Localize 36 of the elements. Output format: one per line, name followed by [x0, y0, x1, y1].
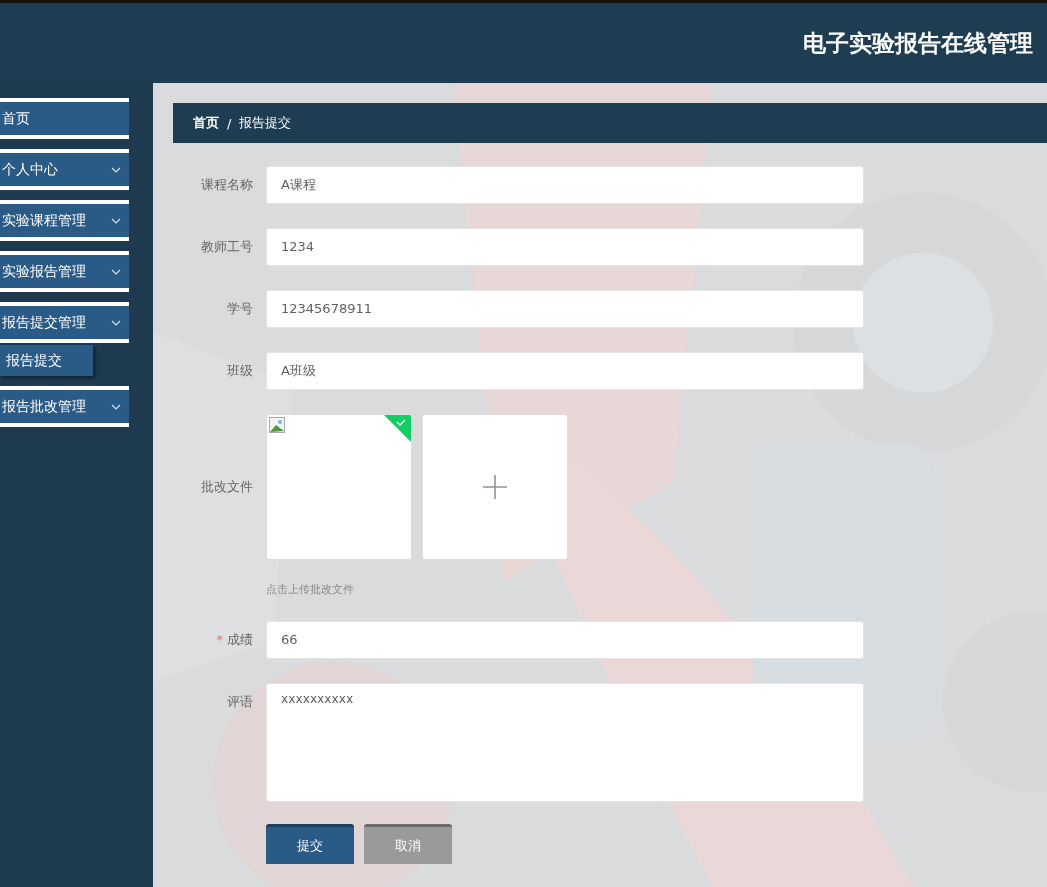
input-field[interactable]: 12345678911 — [266, 290, 864, 328]
broken-image-icon — [269, 417, 285, 433]
input-field[interactable]: 66 — [266, 621, 864, 659]
chevron-icon — [111, 402, 121, 411]
sidebar-item[interactable]: 首页 — [0, 98, 129, 139]
field-label: 班级 — [227, 362, 253, 380]
field-label: 教师工号 — [201, 238, 253, 256]
comment-textarea[interactable]: xxxxxxxxxx — [266, 683, 864, 802]
chevron-icon — [111, 216, 121, 225]
required-mark: * — [216, 632, 223, 647]
submenu-item[interactable]: 报告提交 — [0, 345, 93, 376]
field-label: 成绩 — [227, 632, 253, 647]
sidebar-item[interactable]: 个人中心 — [0, 149, 129, 190]
sidebar-item[interactable]: 实验课程管理 — [0, 200, 129, 241]
input-field[interactable]: A课程 — [266, 166, 864, 204]
field-label: 评语 — [227, 693, 253, 711]
field-label: 课程名称 — [201, 176, 253, 194]
breadcrumb-current: 报告提交 — [239, 114, 292, 132]
sidebar-item[interactable]: 报告提交管理 — [0, 302, 129, 343]
chevron-icon — [111, 318, 121, 327]
sidebar-item[interactable]: 报告批改管理 — [0, 386, 129, 427]
uploaded-file-card[interactable] — [266, 414, 412, 560]
submit-button[interactable]: 提交 — [266, 824, 354, 864]
chevron-icon — [111, 267, 121, 276]
breadcrumb-separator: / — [227, 115, 232, 131]
sidebar-item[interactable]: 实验报告管理 — [0, 251, 129, 292]
breadcrumb-link[interactable]: 首页 — [193, 114, 219, 132]
field-label: 学号 — [227, 300, 253, 318]
input-field[interactable]: A班级 — [266, 352, 864, 390]
upload-hint: 点击上传批改文件 — [266, 582, 355, 597]
input-field[interactable]: 1234 — [266, 228, 864, 266]
plus-icon — [483, 475, 507, 499]
field-label: 批改文件 — [201, 478, 253, 496]
chevron-icon — [111, 165, 121, 174]
upload-button[interactable] — [422, 414, 568, 560]
app-title: 电子实验报告在线管理 — [803, 28, 1033, 58]
